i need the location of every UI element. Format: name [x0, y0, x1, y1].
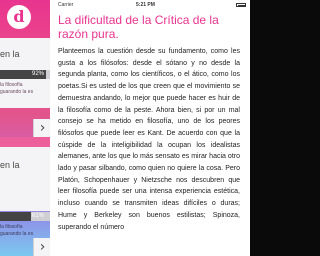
book-card[interactable]: en la 92% la filosofía guarando la es	[0, 38, 50, 108]
card-subtitle: guarando la es	[0, 231, 34, 237]
background-menu-panel: d en la 92% la filosofía guarando la es …	[0, 0, 50, 256]
progress-percent: 92%	[31, 71, 44, 77]
card-subtitle: la filosofía	[0, 82, 23, 88]
scroll-edge	[250, 0, 256, 256]
clock: 5:21 PM	[136, 2, 155, 8]
card-title: en la	[0, 49, 20, 59]
progress-percent: 61%	[31, 213, 44, 219]
chevron-right-icon: ›	[39, 239, 46, 255]
status-bar: Carrier 5:21 PM	[50, 0, 250, 10]
progress-fill	[0, 212, 31, 221]
app-logo: d	[7, 5, 31, 29]
chevron-right-icon: ›	[39, 120, 46, 136]
carrier-label: Carrier	[58, 2, 74, 8]
book-card[interactable]: en la	[0, 147, 50, 211]
reader-panel: Carrier 5:21 PM La dificultad de la Crít…	[50, 0, 250, 256]
card-subtitle: guarando la es	[0, 89, 34, 95]
open-button[interactable]: ›	[33, 238, 50, 256]
divider	[0, 137, 50, 147]
progress-bar: 92%	[0, 70, 50, 79]
article-body[interactable]: Planteemos la cuestión desde su fundamen…	[58, 46, 240, 233]
battery-icon	[236, 3, 246, 7]
article-title: La dificultad de la Crítica de la razón …	[58, 13, 219, 41]
card-subtitle: la filosofía	[0, 224, 23, 230]
progress-bar: 61%	[0, 212, 50, 221]
card-title: en la	[0, 160, 20, 170]
open-button[interactable]: ›	[33, 119, 50, 137]
